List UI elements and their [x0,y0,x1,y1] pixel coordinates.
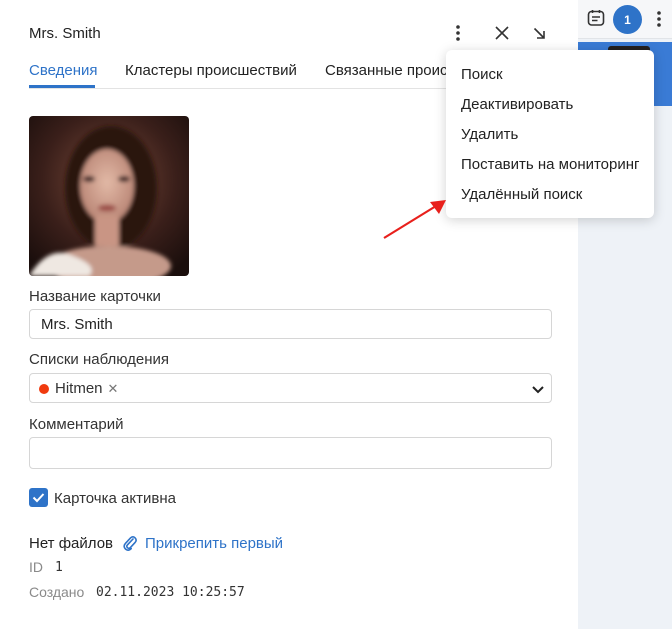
watchlist-chip: Hitmen ✕ [39,380,118,397]
notification-badge[interactable]: 1 [613,5,642,34]
menu-item-search[interactable]: Поиск [461,66,503,83]
more-vertical-icon[interactable] [657,11,661,32]
side-topbar: 1 [578,0,672,39]
menu-item-monitoring[interactable]: Поставить на мониторинг [461,156,640,173]
chip-remove-icon[interactable]: ✕ [108,381,119,397]
arrow-down-right-icon[interactable] [529,22,549,44]
comment-input[interactable] [29,437,552,469]
watchlists-select[interactable]: Hitmen ✕ [29,373,552,403]
active-tab-indicator [29,85,95,88]
watchlists-label: Списки наблюдения [29,351,170,368]
chevron-down-icon[interactable] [531,382,545,400]
more-vertical-icon[interactable] [448,22,468,44]
card-name-value: Mrs. Smith [41,316,113,333]
created-key: Создано [29,584,85,600]
comment-label: Комментарий [29,416,124,433]
id-value: 1 [55,560,63,575]
paperclip-icon [123,536,137,551]
menu-item-deactivate[interactable]: Деактивировать [461,96,573,113]
tab-incident-clusters[interactable]: Кластеры происшествий [125,62,297,79]
card-active-checkbox[interactable] [29,488,48,507]
card-name-label: Название карточки [29,288,161,305]
red-arrow-annotation [380,196,452,249]
card-photo [29,116,189,276]
no-files-text: Нет файлов [29,535,114,552]
card-title: Mrs. Smith [29,25,101,42]
card-active-label: Карточка активна [54,490,176,507]
check-icon [32,493,45,503]
created-value: 02.11.2023 10:25:57 [96,585,245,600]
tab-details[interactable]: Сведения [29,62,98,79]
watchlist-color-dot [39,383,49,394]
close-icon[interactable] [492,22,512,44]
id-key: ID [29,559,43,575]
watchlist-chip-label: Hitmen [55,380,103,397]
notes-icon[interactable] [587,9,605,32]
menu-item-remote-search[interactable]: Удалённый поиск [461,186,582,203]
attach-first-link[interactable]: Прикрепить первый [122,534,283,552]
attach-first-label: Прикрепить первый [145,534,284,552]
card-actions-menu: Поиск Деактивировать Удалить Поставить н… [446,50,654,218]
card-name-input[interactable]: Mrs. Smith [29,309,552,339]
menu-item-delete[interactable]: Удалить [461,126,518,143]
